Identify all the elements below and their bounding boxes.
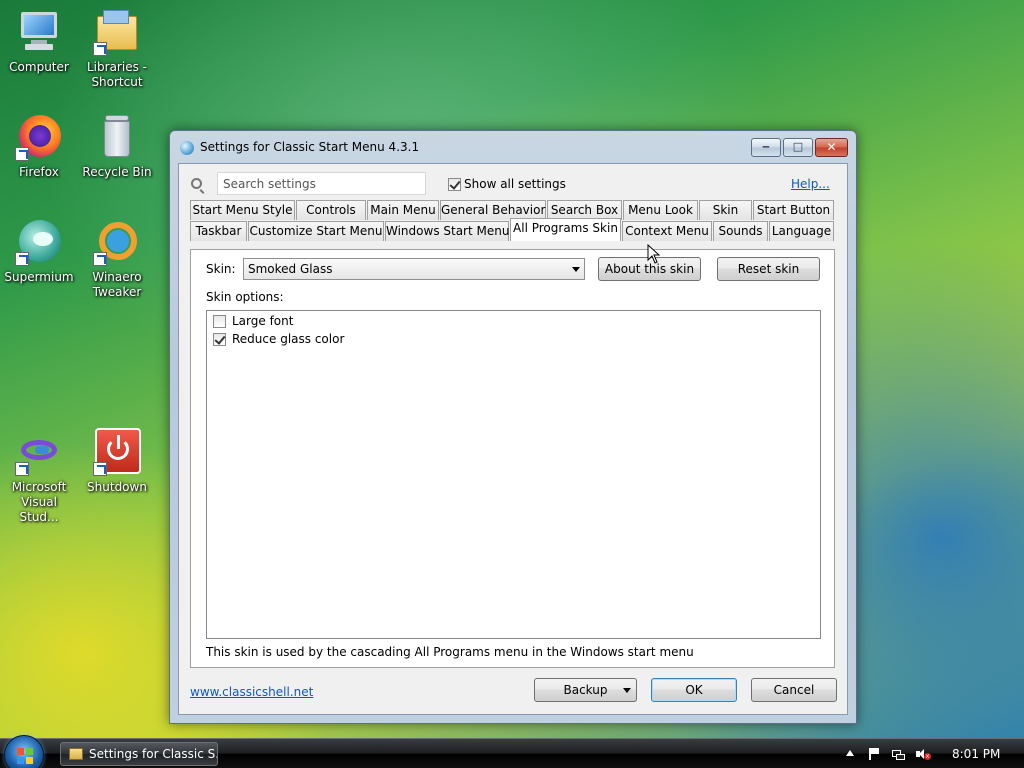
tab-controls[interactable]: Controls xyxy=(296,200,366,220)
desktop-icon-label: Microsoft Visual Stud... xyxy=(11,480,67,524)
taskbar-button-settings[interactable]: Settings for Classic S... xyxy=(60,742,218,766)
window-title: Settings for Classic Start Menu 4.3.1 xyxy=(200,140,420,154)
reduce-glass-color-label: Reduce glass color xyxy=(232,332,345,346)
start-button[interactable] xyxy=(4,735,44,768)
tab-context-menu[interactable]: Context Menu xyxy=(622,221,712,241)
network-icon[interactable] xyxy=(892,748,905,760)
minimize-button[interactable]: ‒ xyxy=(751,138,781,157)
show-hidden-icons-icon[interactable] xyxy=(846,750,854,756)
tab-search-box[interactable]: Search Box xyxy=(547,200,622,220)
shortcut-arrow-icon xyxy=(15,147,29,161)
tab-windows-start-menu[interactable]: Windows Start Menu xyxy=(385,221,509,241)
shortcut-arrow-icon xyxy=(93,462,107,476)
desktop-icon-firefox[interactable]: Firefox xyxy=(0,113,78,180)
windows-logo-icon xyxy=(17,748,33,764)
dropdown-arrow-icon xyxy=(623,688,631,693)
desktop-icon-supermium[interactable]: Supermium xyxy=(0,218,78,285)
desktop-icon-label: Recycle Bin xyxy=(82,165,152,179)
search-icon xyxy=(191,178,202,189)
skin-dropdown-value: Smoked Glass xyxy=(248,262,333,276)
shutdown-icon xyxy=(93,428,141,476)
taskbar: Settings for Classic S... x 8:01 PM xyxy=(0,735,1024,768)
close-icon: ✕ xyxy=(826,140,837,154)
help-link[interactable]: Help... xyxy=(791,177,830,191)
large-font-label: Large font xyxy=(232,314,294,328)
skin-label: Skin: xyxy=(206,262,236,276)
taskbar-button-label: Settings for Classic S... xyxy=(89,747,218,761)
skin-description: This skin is used by the cascading All P… xyxy=(206,645,694,659)
desktop-icon-shutdown[interactable]: Shutdown xyxy=(78,428,156,495)
system-tray: x 8:01 PM xyxy=(840,739,1024,768)
computer-icon xyxy=(15,8,63,56)
desktop-icon-label: Winaero Tweaker xyxy=(92,270,142,299)
tab-sounds[interactable]: Sounds xyxy=(713,221,768,241)
show-all-settings-checkbox[interactable] xyxy=(448,178,461,191)
desktop-icon-computer[interactable]: Computer xyxy=(0,8,78,75)
large-font-checkbox[interactable] xyxy=(213,315,226,328)
tab-general-behavior[interactable]: General Behavior xyxy=(440,200,546,220)
tab-language[interactable]: Language xyxy=(769,221,834,241)
backup-label: Backup xyxy=(563,683,608,697)
tab-start-button[interactable]: Start Button xyxy=(753,200,834,220)
reduce-glass-color-checkbox[interactable] xyxy=(213,333,226,346)
search-input[interactable] xyxy=(217,172,426,195)
skin-options-label: Skin options: xyxy=(206,290,284,304)
visual-studio-icon xyxy=(15,428,63,476)
desktop-icon-label: Libraries - Shortcut xyxy=(87,60,147,89)
tab-skin[interactable]: Skin xyxy=(699,200,752,220)
all-programs-skin-panel: Skin: Smoked Glass About this skin Reset… xyxy=(190,249,835,668)
settings-window: Settings for Classic Start Menu 4.3.1 ‒ … xyxy=(169,130,857,724)
desktop-icon-label: Computer xyxy=(9,60,69,74)
desktop-icon-recycle-bin[interactable]: Recycle Bin xyxy=(78,113,156,180)
skin-options-list: Large font Reduce glass color xyxy=(206,310,821,639)
recycle-bin-icon xyxy=(93,113,141,161)
tab-menu-look[interactable]: Menu Look xyxy=(623,200,698,220)
maximize-button[interactable]: □ xyxy=(783,138,813,157)
libraries-folder-icon xyxy=(93,8,141,56)
desktop-icon-label: Firefox xyxy=(19,165,59,179)
shortcut-arrow-icon xyxy=(93,252,107,266)
dialog-client-area: Show all settings Help... Start Menu Sty… xyxy=(178,163,848,715)
classic-shell-icon xyxy=(180,141,194,155)
tab-customize-start-menu[interactable]: Customize Start Menu xyxy=(248,221,384,241)
skin-dropdown[interactable]: Smoked Glass xyxy=(243,258,585,280)
clock[interactable]: 8:01 PM xyxy=(952,747,1000,761)
folder-icon xyxy=(69,748,83,760)
volume-muted-icon[interactable]: x xyxy=(916,748,931,760)
minimize-icon: ‒ xyxy=(762,140,770,153)
mouse-cursor-icon xyxy=(647,244,661,264)
show-all-settings-label: Show all settings xyxy=(464,177,566,191)
dropdown-arrow-icon xyxy=(572,267,580,272)
desktop-icon-libraries[interactable]: Libraries - Shortcut xyxy=(78,8,156,90)
classicshell-link[interactable]: www.classicshell.net xyxy=(190,685,313,699)
desktop-icon-label: Supermium xyxy=(4,270,74,284)
tab-main-menu[interactable]: Main Menu xyxy=(367,200,439,220)
close-button[interactable]: ✕ xyxy=(815,138,848,157)
cancel-button[interactable]: Cancel xyxy=(751,678,837,702)
winaero-tweaker-icon xyxy=(93,218,141,266)
backup-button[interactable]: Backup xyxy=(534,678,637,702)
firefox-icon xyxy=(15,113,63,161)
tab-all-programs-skin[interactable]: All Programs Skin xyxy=(510,218,621,241)
ok-button[interactable]: OK xyxy=(651,678,737,702)
tab-taskbar[interactable]: Taskbar xyxy=(190,221,247,241)
desktop-icon-winaero-tweaker[interactable]: Winaero Tweaker xyxy=(78,218,156,300)
action-center-flag-icon[interactable] xyxy=(868,748,880,760)
desktop-icon-label: Shutdown xyxy=(87,480,147,494)
shortcut-arrow-icon xyxy=(15,462,29,476)
shortcut-arrow-icon xyxy=(15,252,29,266)
shortcut-arrow-icon xyxy=(93,42,107,56)
title-bar[interactable]: Settings for Classic Start Menu 4.3.1 ‒ … xyxy=(170,131,856,163)
reset-skin-button[interactable]: Reset skin xyxy=(717,257,820,281)
tab-start-menu-style[interactable]: Start Menu Style xyxy=(190,200,295,220)
desktop-icon-visual-studio[interactable]: Microsoft Visual Stud... xyxy=(0,428,78,525)
supermium-icon xyxy=(15,218,63,266)
maximize-icon: □ xyxy=(792,140,804,153)
